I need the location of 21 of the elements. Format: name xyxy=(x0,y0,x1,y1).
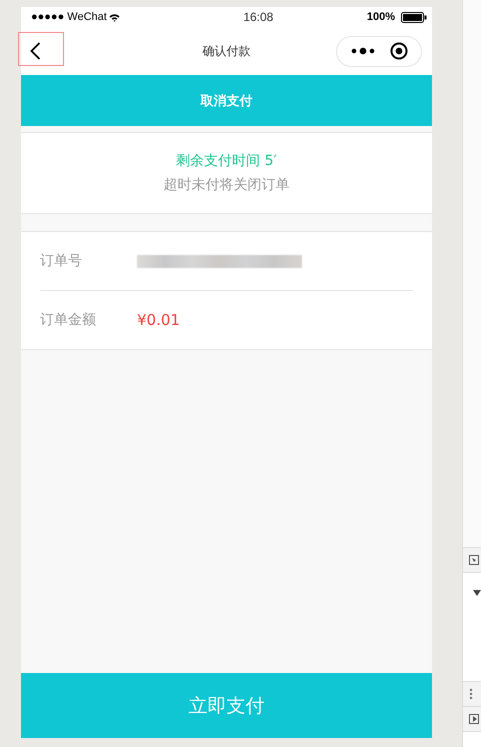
countdown-text: 剩余支付时间 5′ xyxy=(176,152,277,170)
highlight-box xyxy=(18,32,64,66)
more-icon[interactable] xyxy=(350,47,374,55)
battery-icon xyxy=(401,12,427,22)
drag-handle-icon[interactable] xyxy=(469,688,473,700)
field-label: 订单号 xyxy=(40,252,83,270)
field-label: 订单金额 xyxy=(40,311,97,329)
expand-arrow-icon[interactable] xyxy=(473,590,481,596)
cancel-payment-button[interactable]: 取消支付 xyxy=(21,75,432,126)
wifi-icon xyxy=(108,12,120,22)
battery-text: 100% xyxy=(366,11,395,23)
back-icon xyxy=(30,42,41,60)
amount-value: ¥0.01 xyxy=(137,311,180,329)
close-icon[interactable] xyxy=(390,42,408,60)
carrier-text: ●●●●● WeChat xyxy=(31,11,107,23)
inspect-icon[interactable] xyxy=(469,555,479,565)
panel-toggle-icon[interactable] xyxy=(469,714,479,724)
page-title: 确认付款 xyxy=(202,42,252,60)
clock-text: 16:08 xyxy=(243,10,274,24)
pay-now-button[interactable]: 立即支付 xyxy=(21,673,432,738)
timeout-hint: 超时未付将关闭订单 xyxy=(164,176,290,194)
